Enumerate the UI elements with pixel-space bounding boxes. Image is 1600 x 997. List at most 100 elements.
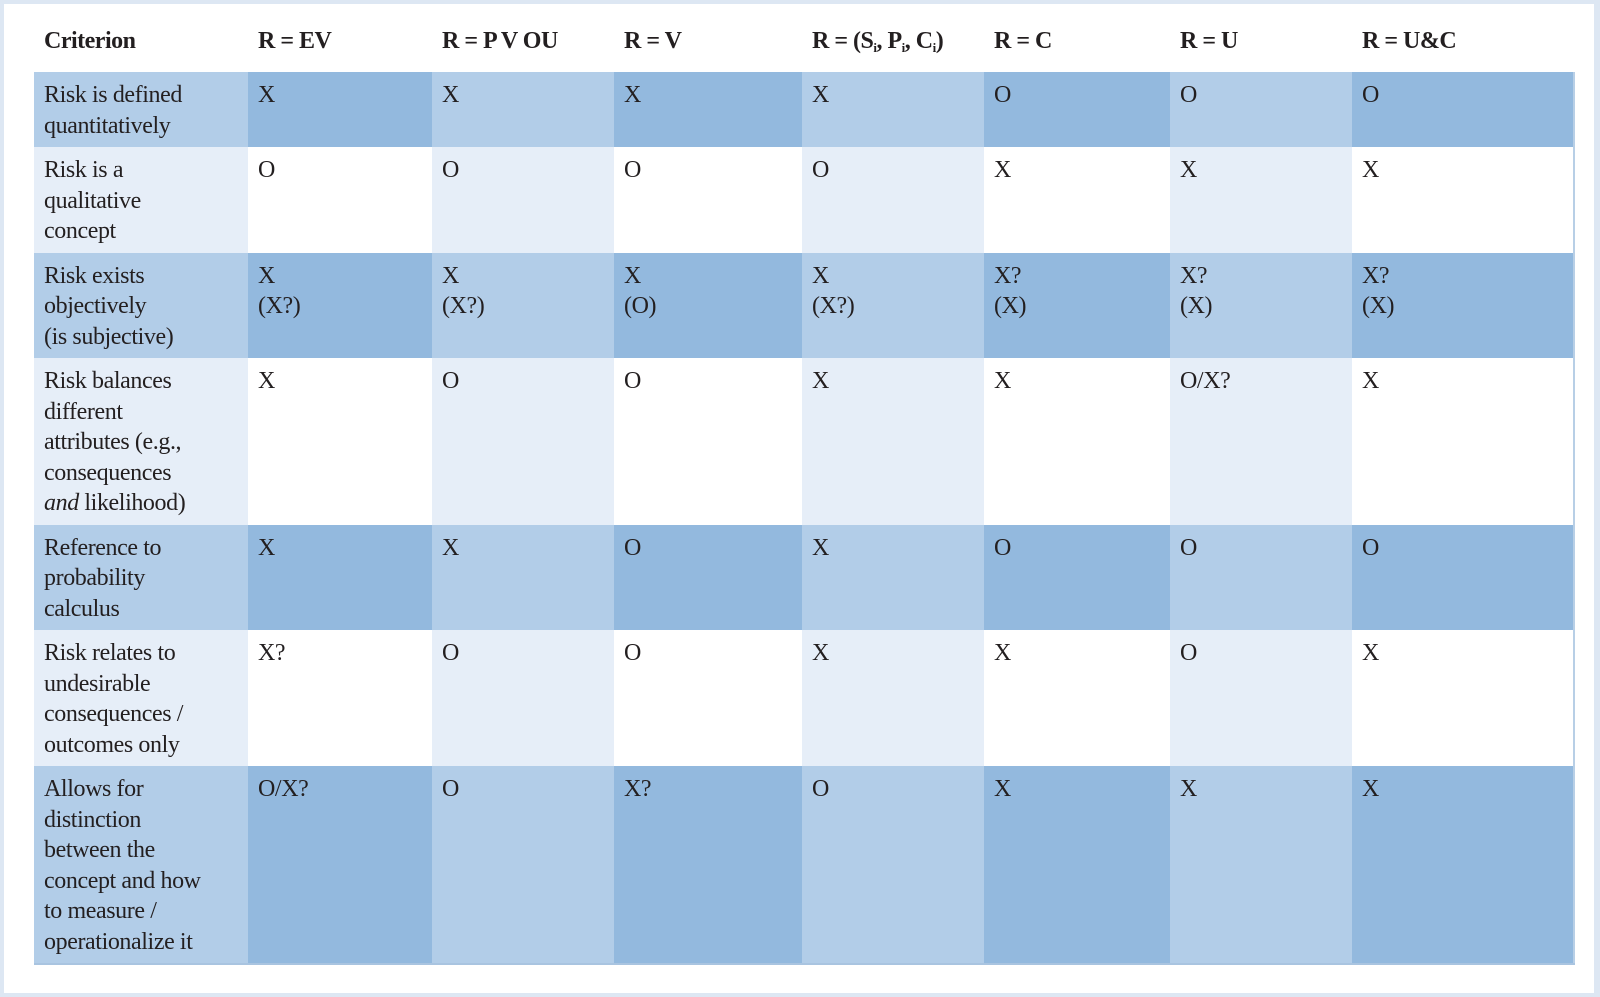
cell-value: (X?) <box>258 293 301 319</box>
criterion-cell: Allows for distinction between the concept … <box>34 766 248 965</box>
criterion-line: Risk relates to <box>44 640 176 666</box>
risk-definitions-comparison-table: Criterion R = EV R = P V OU R = V R = (S… <box>34 18 1575 965</box>
criterion-cell: Risk relates to undesirable consequences /… <box>34 630 248 766</box>
subscript: i <box>873 40 877 55</box>
cell-value: O <box>442 640 459 666</box>
cell-value: X <box>1180 776 1197 802</box>
value-cell: X <box>802 72 984 147</box>
criterion-cell: Reference to probability calculus <box>34 524 248 630</box>
criterion-line: Risk is a <box>44 157 124 183</box>
cell-value: X <box>812 534 829 561</box>
value-cell: X <box>248 358 432 525</box>
value-cell: X <box>432 72 614 147</box>
cell-value: X <box>442 534 459 561</box>
value-cell: X <box>1352 147 1575 253</box>
value-cell: X <box>1352 358 1575 525</box>
criterion-line: Risk is defined <box>44 82 182 108</box>
value-cell: O <box>984 524 1170 630</box>
criterion-line: objectively <box>44 293 147 319</box>
value-cell: O <box>432 630 614 766</box>
cell-value: O/X? <box>258 776 309 802</box>
value-cell: X <box>1170 147 1352 253</box>
column-header-v: R = V <box>614 18 802 72</box>
cell-value: O <box>624 368 641 394</box>
criterion-cell: Risk is defined quantitatively <box>34 72 248 147</box>
cell-value: X <box>1362 157 1379 183</box>
cell-value: X? <box>258 640 286 666</box>
cell-value: X? <box>994 262 1022 289</box>
value-cell: X <box>984 766 1170 965</box>
table-row: Risk is a qualitative concept O O O O X X X <box>34 147 1575 253</box>
cell-value: X <box>1362 368 1379 394</box>
cell-value: X <box>812 640 829 666</box>
value-cell: O <box>802 147 984 253</box>
table-row: Allows for distinction between the concept … <box>34 766 1575 965</box>
value-cell: X <box>1170 766 1352 965</box>
subscript: i <box>901 40 906 55</box>
cell-value: O <box>812 157 829 183</box>
criterion-line: calculus <box>44 595 120 622</box>
table-row: Reference to probability calculus X X O X O O O <box>34 524 1575 630</box>
table-row: Risk is defined quantitatively X X X X O O O <box>34 72 1575 147</box>
cell-value: O <box>1180 534 1197 561</box>
cell-value: O <box>812 776 829 802</box>
criterion-line: (is subjective) <box>44 323 174 350</box>
cell-value: X <box>258 368 275 394</box>
value-cell: X <box>802 630 984 766</box>
cell-value: O <box>442 368 459 394</box>
value-cell: O <box>614 524 802 630</box>
value-cell: O/X? <box>248 766 432 965</box>
cell-value: X <box>994 776 1011 802</box>
cell-value: X <box>812 262 829 289</box>
subscript: i <box>932 40 937 55</box>
value-cell: X <box>984 358 1170 525</box>
criterion-line: between the <box>44 837 155 863</box>
cell-value: X <box>812 82 829 108</box>
cell-value: O <box>1180 640 1197 666</box>
value-cell: O <box>614 147 802 253</box>
table-row: Risk balances different attributes (e.g., c… <box>34 358 1575 525</box>
header-text: P <box>887 28 902 54</box>
cell-value: O <box>1362 534 1379 561</box>
cell-value: (O) <box>624 293 657 319</box>
value-cell: X? <box>248 630 432 766</box>
cell-value: O <box>1180 82 1197 108</box>
criterion-line: concept <box>44 218 116 244</box>
criterion-line: qualitative <box>44 187 141 214</box>
value-cell: O <box>984 72 1170 147</box>
value-cell: X? (X) <box>984 252 1170 358</box>
value-cell: X <box>984 630 1170 766</box>
cell-value: X? <box>624 776 652 802</box>
cell-value: O <box>994 82 1011 108</box>
table-row: Risk exists objectively (is subjective) X (X… <box>34 252 1575 358</box>
criterion-line: Risk exists <box>44 262 145 289</box>
cell-value: (X?) <box>442 293 485 319</box>
value-cell: X? (X) <box>1170 252 1352 358</box>
criterion-cell: Risk balances different attributes (e.g., c… <box>34 358 248 525</box>
value-cell: O <box>1352 72 1575 147</box>
cell-value: X <box>258 262 275 289</box>
value-cell: X <box>984 147 1170 253</box>
cell-value: X <box>442 82 459 108</box>
criterion-line: Reference to <box>44 534 162 561</box>
criterion-cell: Risk is a qualitative concept <box>34 147 248 253</box>
cell-value: X <box>1362 776 1379 802</box>
cell-value: O/X? <box>1180 368 1231 394</box>
value-cell: O <box>1170 524 1352 630</box>
value-cell: X <box>432 524 614 630</box>
column-header-c: R = C <box>984 18 1170 72</box>
cell-value: X? <box>1362 262 1390 289</box>
criterion-line: operationalize it <box>44 928 193 955</box>
criterion-line: consequences / <box>44 701 184 727</box>
cell-value: X <box>812 368 829 394</box>
value-cell: O <box>1352 524 1575 630</box>
value-cell: O <box>432 766 614 965</box>
criterion-line: concept and how <box>44 867 201 894</box>
value-cell: X <box>1352 630 1575 766</box>
cell-value: O <box>994 534 1011 561</box>
cell-value: X <box>258 82 275 108</box>
criterion-line: attributes (e.g., <box>44 429 182 455</box>
header-row: Criterion R = EV R = P V OU R = V R = (S… <box>34 18 1574 72</box>
italic-word: and <box>44 490 79 516</box>
cell-value: X <box>994 640 1011 666</box>
